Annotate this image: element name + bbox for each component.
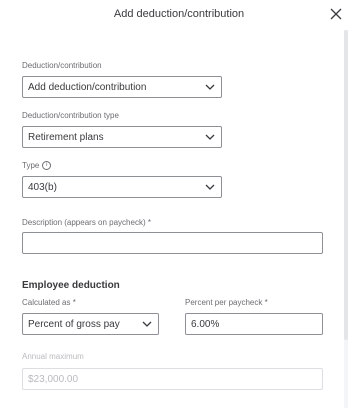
deduction-type-select[interactable]: Retirement plans — [22, 126, 222, 148]
deduction-label: Deduction/contribution — [22, 61, 102, 70]
deduction-type-select-value: Retirement plans — [28, 132, 104, 143]
percent-per-paycheck-input[interactable]: 6.00% — [185, 313, 323, 335]
scrollbar-thumb[interactable] — [344, 30, 348, 340]
dialog-title: Add deduction/contribution — [113, 8, 245, 20]
description-input[interactable] — [22, 232, 323, 254]
chevron-down-icon — [205, 84, 215, 90]
annual-maximum-input: $23,000.00 — [22, 368, 323, 390]
chevron-down-icon — [205, 134, 215, 140]
dialog-header: Add deduction/contribution — [0, 0, 350, 30]
percent-per-paycheck-label: Percent per paycheck * — [185, 298, 268, 307]
deduction-type-label: Deduction/contribution type — [22, 111, 119, 120]
type-select[interactable]: 403(b) — [22, 176, 222, 198]
annual-maximum-value: $23,000.00 — [28, 374, 79, 385]
type-label: Type — [22, 161, 40, 170]
chevron-down-icon — [142, 321, 152, 327]
description-label: Description (appears on paycheck) * — [22, 218, 151, 227]
annual-maximum-label: Annual maximum — [22, 352, 84, 361]
info-icon[interactable]: i — [42, 161, 52, 171]
calculated-as-select-value: Percent of gross pay — [28, 319, 120, 330]
employee-deduction-heading: Employee deduction — [22, 280, 120, 291]
deduction-select-value: Add deduction/contribution — [28, 82, 147, 93]
chevron-down-icon — [205, 184, 215, 190]
scrollbar[interactable] — [344, 30, 348, 408]
calculated-as-label: Calculated as * — [22, 298, 76, 307]
close-icon[interactable] — [329, 7, 343, 21]
type-select-value: 403(b) — [28, 182, 57, 193]
calculated-as-select[interactable]: Percent of gross pay — [22, 313, 159, 335]
type-label-row: Type i — [22, 161, 52, 171]
deduction-select[interactable]: Add deduction/contribution — [22, 76, 222, 98]
percent-per-paycheck-value: 6.00% — [191, 319, 220, 330]
